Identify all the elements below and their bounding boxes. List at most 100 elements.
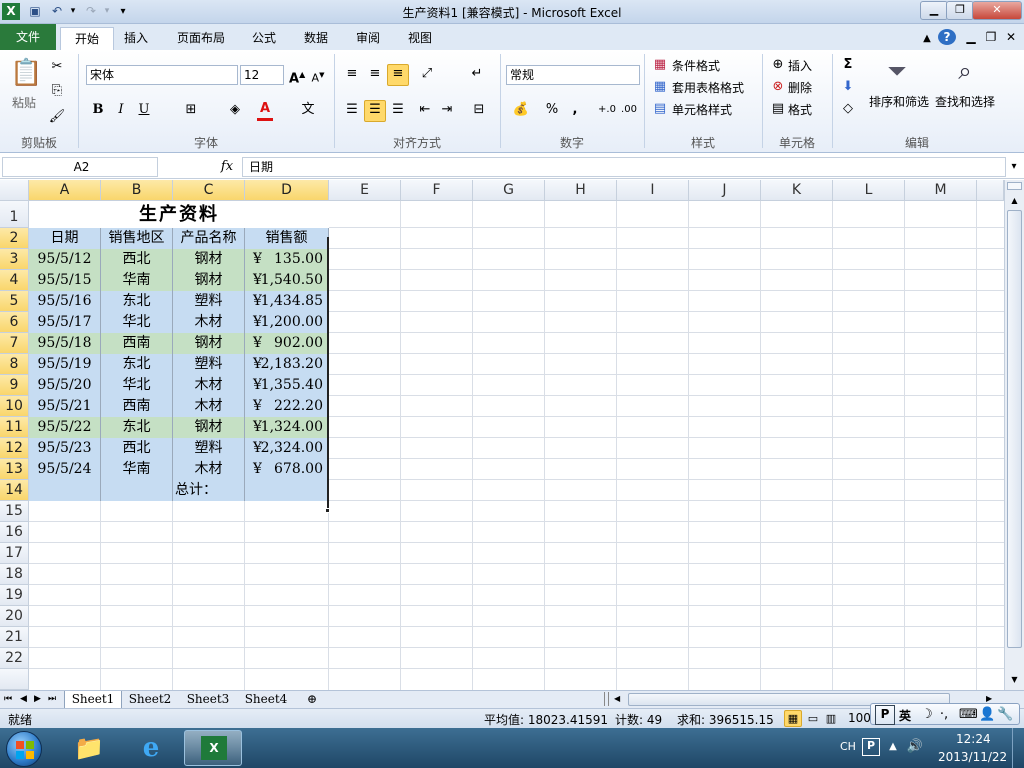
sheet-title[interactable]: 生产资料 [29, 201, 329, 228]
ime-settings-icon[interactable]: 🔧 [997, 706, 1013, 724]
region-cell[interactable]: 东北 [101, 291, 173, 312]
row-header[interactable]: 13 [0, 459, 29, 480]
row-header[interactable]: 11 [0, 417, 29, 438]
column-header-f[interactable]: F [401, 180, 473, 201]
first-sheet-icon[interactable]: ⏮ [4, 692, 18, 706]
sheet-tab-sheet2[interactable]: Sheet2 [122, 691, 178, 708]
worksheet-grid[interactable]: A B C D E F G H I J K L M 1 2 3 4 5 6 7 … [0, 180, 1004, 690]
date-cell[interactable]: 95/5/12 [29, 249, 101, 270]
column-header-d[interactable]: D [245, 180, 329, 201]
column-header-h[interactable]: H [545, 180, 617, 201]
tab-file[interactable]: 文件 [0, 24, 56, 50]
italic-button[interactable]: I [113, 101, 129, 119]
excel-taskbar-button[interactable]: X [184, 730, 242, 766]
increase-indent-icon[interactable]: ⇥ [438, 101, 456, 119]
format-as-table-icon[interactable]: ▦ [652, 78, 668, 96]
decrease-indent-icon[interactable]: ⇤ [416, 101, 434, 119]
tab-home[interactable]: 开始 [60, 27, 114, 50]
column-header-j[interactable]: J [689, 180, 761, 201]
restore-button[interactable]: ❐ [946, 1, 974, 20]
column-header-e[interactable]: E [329, 180, 401, 201]
row-header[interactable]: 3 [0, 249, 29, 270]
date-cell[interactable]: 95/5/22 [29, 417, 101, 438]
last-sheet-icon[interactable]: ⏭ [48, 692, 62, 706]
select-all-button[interactable] [0, 180, 29, 201]
row-header[interactable]: 1 [0, 201, 29, 228]
region-cell[interactable]: 西南 [101, 333, 173, 354]
sheet-tab-sheet4[interactable]: Sheet4 [238, 691, 294, 708]
wrap-text-icon[interactable]: ↵ [468, 65, 486, 83]
align-middle-icon[interactable]: ≡ [366, 65, 384, 83]
amount-cell[interactable]: ¥1,434.85 [245, 291, 329, 312]
row-header[interactable]: 20 [0, 606, 29, 627]
expand-formula-icon[interactable]: ▾ [1006, 158, 1022, 176]
region-cell[interactable]: 华南 [101, 270, 173, 291]
region-cell[interactable]: 华南 [101, 459, 173, 480]
split-box[interactable] [1007, 182, 1022, 190]
sheet-tab-sheet3[interactable]: Sheet3 [180, 691, 236, 708]
column-header-l[interactable]: L [833, 180, 905, 201]
sort-filter-button[interactable]: 排序和筛选 [869, 93, 929, 110]
conditional-format-button[interactable]: 条件格式 [672, 57, 720, 74]
date-cell[interactable]: 95/5/15 [29, 270, 101, 291]
insert-function-button[interactable]: fx [218, 158, 236, 176]
tab-formulas[interactable]: 公式 [244, 27, 284, 49]
align-center-icon[interactable]: ☰ [364, 100, 386, 122]
file-explorer-icon[interactable]: 📁 [70, 732, 108, 764]
collapse-ribbon-icon[interactable]: ▲ [918, 30, 936, 47]
row-header[interactable]: 6 [0, 312, 29, 333]
cell-styles-icon[interactable]: ▤ [652, 100, 668, 118]
bold-button[interactable]: B [90, 101, 106, 119]
product-cell[interactable]: 木材 [173, 396, 245, 417]
row-header[interactable]: 7 [0, 333, 29, 354]
row-header[interactable]: 19 [0, 585, 29, 606]
normal-view-icon[interactable]: ▦ [784, 710, 802, 727]
input-language[interactable]: CH [840, 740, 856, 753]
doc-restore-icon[interactable]: ❐ [982, 29, 1000, 46]
phonetic-icon[interactable]: 文 [298, 101, 318, 119]
fill-icon[interactable]: ⬇ [840, 78, 856, 96]
vertical-scrollbar[interactable]: ▲ ▼ [1004, 180, 1024, 690]
date-cell[interactable]: 95/5/18 [29, 333, 101, 354]
clock-date[interactable]: 2013/11/22 [938, 750, 1007, 764]
tab-insert[interactable]: 插入 [114, 27, 158, 49]
format-cells-icon[interactable]: ▤ [770, 100, 786, 118]
column-header-i[interactable]: I [617, 180, 689, 201]
ime-halfwidth-icon[interactable]: ☽ [919, 706, 935, 724]
sheet-tab-sheet1[interactable]: Sheet1 [64, 691, 122, 709]
row-header[interactable]: 2 [0, 228, 29, 249]
column-header-m[interactable]: M [905, 180, 977, 201]
prev-sheet-icon[interactable]: ◀ [20, 692, 34, 706]
tray-expand-icon[interactable]: ▲ [886, 738, 900, 756]
insert-cells-button[interactable]: 插入 [788, 57, 812, 74]
page-break-view-icon[interactable]: ▥ [822, 710, 840, 728]
date-cell[interactable]: 95/5/17 [29, 312, 101, 333]
scroll-thumb[interactable] [1007, 210, 1022, 648]
font-size-select[interactable]: 12 [240, 65, 284, 85]
ime-tray-icon[interactable]: P [862, 738, 880, 756]
new-sheet-icon[interactable]: ⊕ [300, 691, 324, 708]
region-cell[interactable]: 华北 [101, 375, 173, 396]
product-cell[interactable]: 钢材 [173, 249, 245, 270]
doc-minimize-icon[interactable]: ▁ [962, 29, 980, 46]
amount-cell[interactable]: ¥135.00 [245, 249, 329, 270]
row-header[interactable]: 22 [0, 648, 29, 669]
close-button[interactable]: ✕ [972, 1, 1022, 20]
format-cells-button[interactable]: 格式 [788, 101, 812, 118]
zoom-level[interactable]: 100 [848, 711, 871, 725]
align-bottom-icon[interactable]: ≡ [387, 64, 409, 86]
row-header[interactable]: 14 [0, 480, 29, 501]
scroll-left-icon[interactable]: ◀ [614, 692, 626, 706]
row-header[interactable]: 16 [0, 522, 29, 543]
help-icon[interactable]: ? [938, 29, 956, 45]
row-header[interactable]: 21 [0, 627, 29, 648]
align-left-icon[interactable]: ☰ [343, 101, 361, 119]
minimize-button[interactable]: ▁ [920, 1, 948, 20]
product-cell[interactable]: 塑料 [173, 354, 245, 375]
ime-logo-icon[interactable]: P [875, 705, 895, 725]
header-cell[interactable]: 产品名称 [173, 228, 245, 249]
region-cell[interactable]: 东北 [101, 354, 173, 375]
date-cell[interactable]: 95/5/16 [29, 291, 101, 312]
ime-user-icon[interactable]: 👤 [979, 706, 995, 724]
product-cell[interactable]: 钢材 [173, 333, 245, 354]
